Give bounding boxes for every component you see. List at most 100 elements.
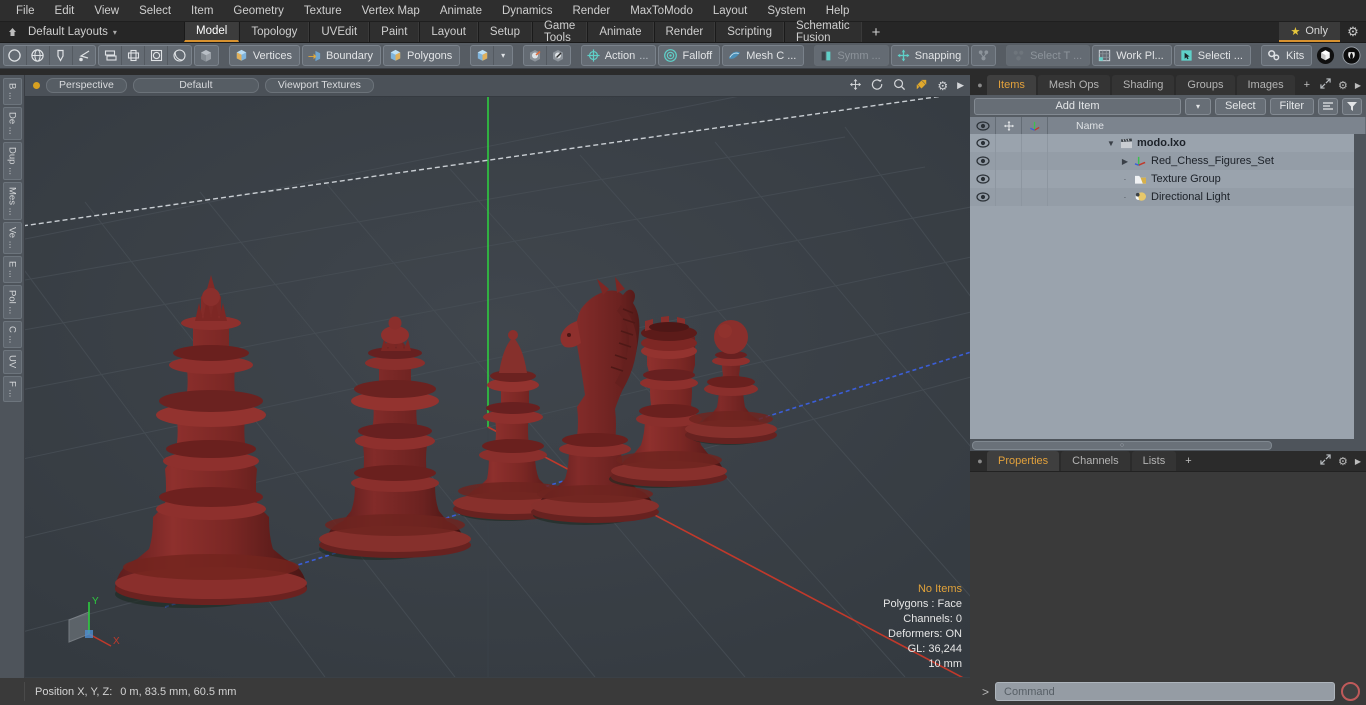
row-move-cell[interactable] xyxy=(996,170,1022,188)
record-circle-icon[interactable] xyxy=(1341,682,1360,701)
zoom-icon[interactable] xyxy=(893,78,906,94)
home-icon[interactable] xyxy=(0,22,24,42)
command-input[interactable] xyxy=(995,682,1335,701)
layout-tab-schematic-fusion[interactable]: Schematic Fusion xyxy=(783,20,862,44)
default-layouts-dropdown[interactable]: Default Layouts ▾ xyxy=(24,22,184,42)
row-name-cell[interactable]: ▼ modo.lxo xyxy=(1048,134,1366,152)
panel-handle-icon[interactable]: ● xyxy=(973,451,987,471)
menu-item-file[interactable]: File xyxy=(6,0,45,22)
vertices-mode-button[interactable]: Vertices xyxy=(228,45,300,66)
globe-icon[interactable] xyxy=(27,46,50,65)
col-move-icon[interactable] xyxy=(996,117,1022,134)
item-tab-shading[interactable]: Shading xyxy=(1112,75,1175,95)
layout-tab-model[interactable]: Model xyxy=(184,22,240,42)
properties-tab-lists[interactable]: Lists xyxy=(1131,451,1177,471)
left-tool-tab-8[interactable]: UV xyxy=(2,350,22,374)
select-through-button[interactable]: Select T ... xyxy=(1006,45,1091,66)
add-item-dropdown[interactable]: ▾ xyxy=(1184,97,1211,115)
item-list-horizontal-scrollbar[interactable]: ○ xyxy=(970,439,1366,451)
rotate-icon[interactable] xyxy=(871,78,884,94)
cube-dropdown-icon[interactable] xyxy=(471,46,495,65)
selection-set-button[interactable]: Selecti ... xyxy=(1173,45,1251,66)
play-arrow-icon[interactable]: ▶ xyxy=(1355,457,1361,466)
menu-item-texture[interactable]: Texture xyxy=(294,0,352,22)
row-visibility-eye-icon[interactable] xyxy=(970,188,996,206)
funnel-icon[interactable] xyxy=(1342,97,1362,115)
layout-tab-animate[interactable]: Animate xyxy=(587,22,654,42)
col-axis-icon[interactable] xyxy=(1022,117,1048,134)
gear-icon[interactable]: ⚙ xyxy=(937,79,948,93)
row-visibility-eye-icon[interactable] xyxy=(970,170,996,188)
layout-tab-paint[interactable]: Paint xyxy=(369,22,420,42)
menu-item-geometry[interactable]: Geometry xyxy=(223,0,294,22)
item-tab-images[interactable]: Images xyxy=(1236,75,1295,95)
menu-item-help[interactable]: Help xyxy=(816,0,860,22)
menu-item-layout[interactable]: Layout xyxy=(703,0,758,22)
snapping-button[interactable]: Snapping xyxy=(890,45,970,66)
item-list-body[interactable]: ▼ modo.lxo ▶ Red_Chess_Figures_Set · Texture … xyxy=(970,134,1366,439)
gear-icon[interactable]: ⚙ xyxy=(1340,22,1366,42)
item-list-row[interactable]: ▼ modo.lxo xyxy=(970,134,1366,152)
maximize-icon[interactable] xyxy=(915,78,928,94)
menu-item-vertex-map[interactable]: Vertex Map xyxy=(352,0,430,22)
add-item-tab-button[interactable]: + xyxy=(1297,75,1317,95)
circle-icon[interactable] xyxy=(4,46,27,65)
row-move-cell[interactable] xyxy=(996,152,1022,170)
add-properties-tab-button[interactable]: + xyxy=(1178,451,1198,471)
left-tool-tab-5[interactable]: E ... xyxy=(2,255,22,283)
row-move-cell[interactable] xyxy=(996,188,1022,206)
boundary-mode-button[interactable]: Boundary xyxy=(301,45,382,66)
falloff-button[interactable]: Falloff xyxy=(658,45,721,66)
col-visibility-eye-icon[interactable] xyxy=(970,117,996,134)
action-center-button[interactable]: Action ... xyxy=(580,45,657,66)
properties-tab-properties[interactable]: Properties xyxy=(987,451,1060,471)
ellipse-icon[interactable] xyxy=(168,46,191,65)
layout-tab-render[interactable]: Render xyxy=(653,22,716,42)
menu-item-select[interactable]: Select xyxy=(129,0,181,22)
row-axis-cell[interactable] xyxy=(1022,134,1048,152)
pan-icon[interactable] xyxy=(849,78,862,94)
layout-tab-uvedit[interactable]: UVEdit xyxy=(309,22,370,42)
layout-tab-setup[interactable]: Setup xyxy=(477,22,532,42)
polygons-mode-button[interactable]: Polygons xyxy=(383,45,461,66)
scrollbar-thumb[interactable]: ○ xyxy=(972,440,1272,450)
menu-item-view[interactable]: View xyxy=(84,0,129,22)
item-tab-items[interactable]: Items xyxy=(987,75,1036,95)
row-name-cell[interactable]: · Texture Group xyxy=(1048,170,1366,188)
filter-button[interactable]: Filter xyxy=(1269,97,1314,115)
add-item-button[interactable]: Add Item xyxy=(974,97,1181,115)
menu-item-edit[interactable]: Edit xyxy=(45,0,85,22)
viewport-view-dropdown[interactable]: Perspective xyxy=(46,78,127,93)
left-tool-tab-9[interactable]: F ... xyxy=(2,375,22,402)
viewport-preset-dropdown[interactable]: Default xyxy=(132,78,259,93)
mesh-constraint-button[interactable]: Mesh C ... xyxy=(722,45,805,66)
row-axis-cell[interactable] xyxy=(1022,152,1048,170)
menu-item-system[interactable]: System xyxy=(757,0,815,22)
row-name-cell[interactable]: · Directional Light xyxy=(1048,188,1366,206)
cube-icon[interactable] xyxy=(195,46,218,65)
menu-item-dynamics[interactable]: Dynamics xyxy=(492,0,562,22)
row-move-cell[interactable] xyxy=(996,134,1022,152)
menu-item-maxtomodo[interactable]: MaxToModo xyxy=(620,0,703,22)
pen-icon[interactable] xyxy=(50,46,73,65)
row-visibility-eye-icon[interactable] xyxy=(970,152,996,170)
row-twisty-icon[interactable]: ▼ xyxy=(1106,139,1116,148)
menu-item-animate[interactable]: Animate xyxy=(430,0,492,22)
play-arrow-icon[interactable]: ▶ xyxy=(957,80,964,91)
viewport-3d[interactable]: Perspective Default Viewport Textures ⚙ … xyxy=(25,75,970,678)
row-axis-cell[interactable] xyxy=(1022,188,1048,206)
left-tool-tab-1[interactable]: De ... xyxy=(2,106,22,140)
item-tab-mesh-ops[interactable]: Mesh Ops xyxy=(1037,75,1111,95)
mode-chevron-down-icon[interactable]: ▾ xyxy=(494,46,512,65)
square-round-icon[interactable] xyxy=(145,46,169,65)
left-tool-tab-7[interactable]: C ... xyxy=(2,320,22,349)
viewport-shading-dropdown[interactable]: Viewport Textures xyxy=(264,78,374,93)
expand-icon[interactable] xyxy=(1320,78,1331,92)
panel-handle-icon[interactable]: ● xyxy=(973,75,987,95)
row-name-cell[interactable]: ▶ Red_Chess_Figures_Set xyxy=(1048,152,1366,170)
add-layout-tab-button[interactable]: + xyxy=(861,22,891,42)
left-tool-tab-6[interactable]: Pol ... xyxy=(2,284,22,319)
menu-item-render[interactable]: Render xyxy=(562,0,620,22)
item-tab-groups[interactable]: Groups xyxy=(1176,75,1235,95)
item-list-row[interactable]: · Texture Group xyxy=(970,170,1366,188)
